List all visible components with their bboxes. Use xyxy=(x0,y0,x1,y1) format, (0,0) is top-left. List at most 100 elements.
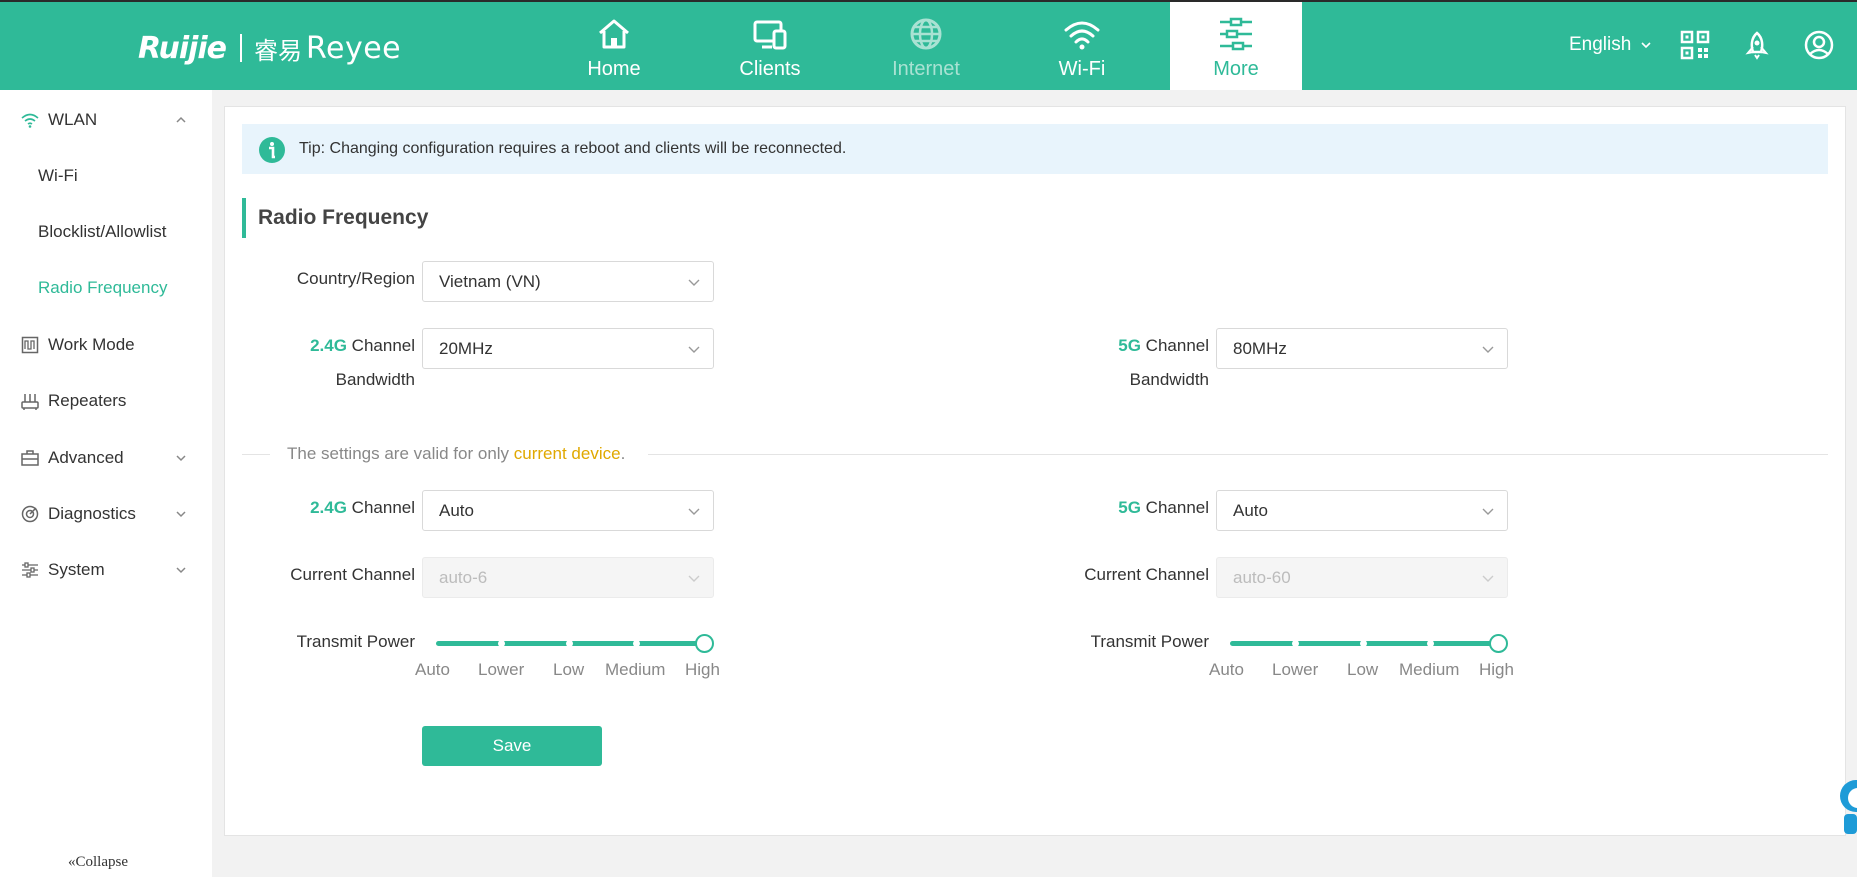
nav-wifi[interactable]: Wi-Fi xyxy=(1016,2,1148,90)
section-title: Radio Frequency xyxy=(242,198,428,238)
device-scope-highlight: current device xyxy=(513,444,621,463)
tip-banner: Tip: Changing configuration requires a r… xyxy=(242,124,1828,174)
slider-step-dot xyxy=(566,640,573,647)
sidebar-item-advanced[interactable]: Advanced xyxy=(0,438,212,478)
chevron-down-icon xyxy=(176,567,186,574)
slider-step-dot xyxy=(633,640,640,647)
logo-separator xyxy=(240,34,243,62)
sidebar-item-wlan[interactable]: WLAN xyxy=(0,100,212,140)
bandwidth-24-label-line2: Bandwidth xyxy=(335,370,415,389)
sidebar-item-system[interactable]: System xyxy=(0,550,212,590)
transmit-power-24-slider[interactable] xyxy=(436,633,714,653)
sidebar-item-blocklist[interactable]: Blocklist/Allowlist xyxy=(38,222,166,242)
nav-clients[interactable]: Clients xyxy=(704,2,836,90)
device-scope-prefix: The settings are valid for only xyxy=(287,444,514,463)
bandwidth-5-label: 5G Channel Bandwidth xyxy=(1049,334,1209,392)
sidebar-item-work-mode[interactable]: Work Mode xyxy=(0,325,212,365)
slider-handle[interactable] xyxy=(1489,634,1508,653)
slider-step-dot xyxy=(498,640,505,647)
nav-home[interactable]: Home xyxy=(548,2,680,90)
divider-line-left xyxy=(242,454,270,455)
clients-devices-icon xyxy=(753,20,787,50)
current-channel-5-value: auto-60 xyxy=(1233,568,1291,587)
current-channel-5-select: auto-60 xyxy=(1216,557,1508,598)
bandwidth-24-select[interactable]: 20MHz xyxy=(422,328,714,369)
current-channel-24-select: auto-6 xyxy=(422,557,714,598)
power-level-lower: Lower xyxy=(1272,660,1319,679)
sidebar-item-radio-frequency[interactable]: Radio Frequency xyxy=(38,278,167,298)
tip-text: Tip: Changing configuration requires a r… xyxy=(299,140,847,157)
home-icon xyxy=(599,19,629,49)
nav-clients-label: Clients xyxy=(739,58,801,80)
sidebar-item-wifi[interactable]: Wi-Fi xyxy=(38,166,78,186)
double-chevron-left-icon: « xyxy=(68,854,76,870)
sidebar-item-diagnostics[interactable]: Diagnostics xyxy=(0,494,212,534)
current-channel-5-label: Current Channel xyxy=(1084,565,1209,584)
sliders-icon xyxy=(1220,17,1252,51)
chevron-down-icon xyxy=(688,508,700,515)
rocket-icon[interactable] xyxy=(1741,29,1773,61)
transmit-power-24-label: Transmit Power xyxy=(296,632,415,651)
band-24-tag: 2.4G xyxy=(310,336,347,355)
channel-24-select[interactable]: Auto xyxy=(422,490,714,531)
power-level-medium: Medium xyxy=(1399,660,1460,679)
nav-more[interactable]: More xyxy=(1170,2,1302,90)
chevron-down-icon xyxy=(688,575,700,582)
slider-step-dot xyxy=(1360,640,1367,647)
band-5-tag: 5G xyxy=(1118,336,1141,355)
slider-step-dot xyxy=(1427,640,1434,647)
chevron-down-icon xyxy=(688,279,700,286)
toolbox-icon xyxy=(21,450,39,466)
sidebar-item-system-label: System xyxy=(48,560,105,579)
chevron-down-icon xyxy=(688,346,700,353)
bandwidth-5-select[interactable]: 80MHz xyxy=(1216,328,1508,369)
device-scope-suffix: . xyxy=(620,444,626,463)
power-level-auto: Auto xyxy=(1209,660,1244,679)
info-icon xyxy=(259,137,285,163)
chevron-down-icon xyxy=(1641,42,1651,49)
collapse-label: Collapse xyxy=(75,854,129,870)
ruijie-logo-text: Ruijie xyxy=(138,30,227,66)
power-level-high: High xyxy=(1479,660,1514,679)
slider-step-dot xyxy=(1292,640,1299,647)
country-region-select[interactable]: Vietnam (VN) xyxy=(422,261,714,302)
bandwidth-5-label-text: Channel xyxy=(1145,336,1209,355)
power-level-low: Low xyxy=(1347,660,1379,679)
sidebar-item-repeaters-label: Repeaters xyxy=(48,391,127,410)
nav-wifi-label: Wi-Fi xyxy=(1058,58,1106,80)
channel-5-value: Auto xyxy=(1233,501,1268,520)
power-level-low: Low xyxy=(553,660,585,679)
chevron-down-icon xyxy=(176,455,186,462)
power-level-high: High xyxy=(685,660,720,679)
bandwidth-5-label-line2: Bandwidth xyxy=(1129,370,1209,389)
user-avatar-icon[interactable] xyxy=(1803,29,1835,61)
sidebar-item-repeaters[interactable]: Repeaters xyxy=(0,381,212,421)
assistant-mascot-icon[interactable] xyxy=(1834,774,1857,834)
save-button[interactable]: Save xyxy=(422,726,602,766)
channel-24-label-text: Channel xyxy=(351,498,415,517)
wifi-icon xyxy=(21,113,39,128)
sidebar-collapse-button[interactable]: «Collapse xyxy=(68,854,128,871)
bandwidth-24-label-text: Channel xyxy=(351,336,415,355)
channel-24-label: 2.4G Channel xyxy=(255,496,415,520)
top-header: Ruijie 睿易 Reyee Home Clients Internet Wi… xyxy=(0,0,1857,90)
chevron-down-icon xyxy=(1482,508,1494,515)
nav-internet-label: Internet xyxy=(892,58,960,80)
qr-code-icon[interactable] xyxy=(1679,29,1711,61)
wifi-icon xyxy=(1064,21,1100,50)
sidebar-item-diagnostics-label: Diagnostics xyxy=(48,504,136,523)
chevron-down-icon xyxy=(1482,346,1494,353)
country-region-label: Country/Region xyxy=(296,269,415,288)
language-selector[interactable]: English xyxy=(1569,34,1652,56)
divider-line-right xyxy=(648,454,1828,455)
band-5-tag: 5G xyxy=(1118,498,1141,517)
band-24-tag: 2.4G xyxy=(310,498,347,517)
channel-5-select[interactable]: Auto xyxy=(1216,490,1508,531)
transmit-power-5-slider[interactable] xyxy=(1230,633,1508,653)
nav-internet[interactable]: Internet xyxy=(860,2,992,90)
chevron-down-icon xyxy=(1482,575,1494,582)
power-level-lower: Lower xyxy=(478,660,525,679)
bandwidth-5-value: 80MHz xyxy=(1233,339,1287,358)
brand-logo: Ruijie 睿易 Reyee xyxy=(138,28,401,68)
slider-handle[interactable] xyxy=(695,634,714,653)
